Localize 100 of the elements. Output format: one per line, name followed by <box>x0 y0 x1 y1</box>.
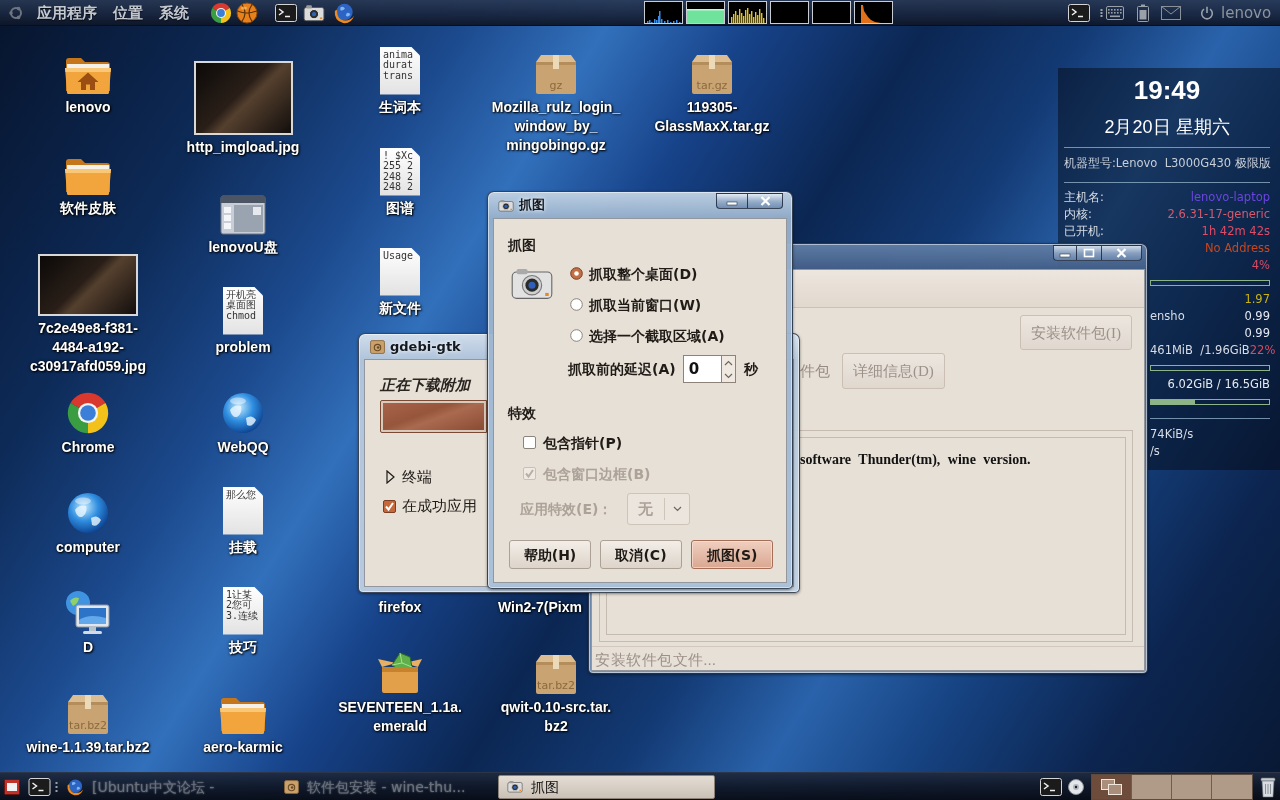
monitor-icon[interactable] <box>64 588 112 635</box>
terminal-icon[interactable] <box>275 3 297 22</box>
text-file-icon[interactable]: 开机亮 桌面图 chmod <box>223 286 263 335</box>
checkbox-label[interactable]: 包含指针(P) <box>543 433 623 452</box>
file-preview-text: 1让某 2您可 3.连续 <box>226 589 260 621</box>
load-graph[interactable] <box>812 1 851 24</box>
icon-label[interactable]: SEVENTEEN_1.1a. emerald <box>338 697 462 736</box>
checkbox[interactable] <box>523 436 536 449</box>
minimize-button[interactable] <box>716 193 748 209</box>
load-graph[interactable] <box>854 1 893 24</box>
checkbox[interactable] <box>383 499 396 513</box>
checkbox-label[interactable]: 在成功应用 <box>402 496 477 516</box>
menu-item[interactable]: 系统 <box>159 2 189 23</box>
triangle-icon[interactable] <box>386 470 395 484</box>
icon-label[interactable]: 软件皮肤 <box>60 198 116 218</box>
window-icon[interactable] <box>220 194 266 235</box>
window-icon[interactable] <box>4 778 20 795</box>
logo-icon[interactable] <box>8 4 24 21</box>
icon-label[interactable]: 新文件 <box>379 298 421 318</box>
globe-icon[interactable] <box>66 490 110 535</box>
workspace-cell[interactable] <box>1212 774 1252 799</box>
workspace-cell[interactable] <box>1172 774 1212 799</box>
dialog-button[interactable]: 取消(C) <box>600 540 682 569</box>
icon-label[interactable]: qwit-0.10-src.tar. bz2 <box>500 697 612 736</box>
icon-label[interactable]: lenovo <box>65 97 111 117</box>
battery-icon[interactable] <box>1137 3 1149 22</box>
load-graph[interactable] <box>644 1 683 24</box>
grip-icon[interactable] <box>55 780 58 793</box>
icon-label[interactable]: Win2-7(Pixm <box>498 597 582 617</box>
icon-label[interactable]: wine-1.1.39.tar.bz2 <box>26 737 150 757</box>
up-caret-icon[interactable] <box>723 359 733 366</box>
user-name[interactable]: lenovo <box>1221 2 1272 23</box>
workspace-switcher[interactable] <box>1091 773 1253 800</box>
icon-label[interactable]: Chrome <box>61 437 115 457</box>
globe-icon[interactable] <box>66 777 84 796</box>
grip-icon[interactable] <box>1100 7 1103 18</box>
power-icon[interactable] <box>1200 5 1214 20</box>
radio-label[interactable]: 抓取当前窗口(W) <box>589 295 702 314</box>
close-icon[interactable] <box>1116 248 1127 258</box>
text-file-icon[interactable]: Usage <box>380 247 420 296</box>
trash-icon[interactable] <box>1260 775 1276 798</box>
globe-icon[interactable] <box>221 390 265 435</box>
icon-label[interactable]: http_imgload.jpg <box>186 137 300 157</box>
terminal-icon[interactable] <box>1040 777 1062 796</box>
icon-label[interactable]: 挂载 <box>229 537 257 557</box>
icon-label[interactable]: lenovoU盘 <box>208 237 278 257</box>
photo-placeholder[interactable] <box>38 253 138 316</box>
menu-item[interactable]: 位置 <box>113 2 143 23</box>
load-graph[interactable] <box>728 1 767 24</box>
minimize-button[interactable] <box>1053 245 1077 261</box>
task-button[interactable]: [Ubuntu中文论坛 - <box>62 774 280 799</box>
ball-icon[interactable] <box>236 1 258 24</box>
radio-button[interactable] <box>570 298 583 311</box>
workspace-cell[interactable] <box>1092 774 1132 799</box>
globe-icon[interactable] <box>333 1 355 24</box>
mail-icon[interactable] <box>1161 5 1181 20</box>
text-file-icon[interactable]: 1让某 2您可 3.连续 <box>223 586 263 635</box>
window-thumbnail-icon[interactable] <box>1099 777 1124 796</box>
radio-button[interactable] <box>570 267 583 280</box>
icon-label[interactable]: aero-karmic <box>203 737 283 757</box>
radio-label[interactable]: 抓取整个桌面(D) <box>589 264 698 283</box>
down-caret-icon[interactable] <box>723 372 733 379</box>
disc-icon[interactable] <box>1068 778 1084 795</box>
icon-label[interactable]: firefox <box>378 597 422 617</box>
icon-label[interactable]: WebQQ <box>217 437 269 457</box>
text-file-icon[interactable]: 那么您 <box>223 486 263 535</box>
close-button[interactable] <box>1102 245 1142 261</box>
delay-field[interactable]: 0 <box>682 355 721 383</box>
ring-logo-icon[interactable] <box>210 1 232 24</box>
stat-value: 1.97 <box>1244 291 1270 308</box>
icon-label[interactable]: 生词本 <box>379 97 421 117</box>
text-file-icon[interactable]: anima durat trans <box>380 46 420 95</box>
ring-logo-icon[interactable] <box>66 390 110 435</box>
icon-label[interactable]: Mozilla_rulz_login_ window_by_ mingobingo.gz <box>491 97 621 155</box>
icon-label[interactable]: 图谱 <box>386 198 414 218</box>
menu-item[interactable]: 应用程序 <box>37 2 97 23</box>
load-graph[interactable] <box>686 1 725 24</box>
icon-label[interactable]: 119305- GlassMaxX.tar.gz <box>654 97 770 136</box>
icon-label[interactable]: 技巧 <box>229 637 257 657</box>
photo-placeholder[interactable] <box>193 60 293 135</box>
close-button[interactable] <box>748 193 783 209</box>
icon-label[interactable]: 7c2e49e8-f381- 4484-a192- c30917afd059.jpg <box>30 318 146 376</box>
camera-icon[interactable] <box>303 3 325 22</box>
terminal-expander[interactable]: 终端 <box>380 467 432 487</box>
icon-label[interactable]: problem <box>215 337 271 357</box>
keyboard-icon[interactable] <box>1106 5 1124 20</box>
task-button[interactable]: 抓图 <box>498 774 715 799</box>
icon-label[interactable]: D <box>82 637 94 657</box>
terminal-icon[interactable] <box>27 777 52 796</box>
load-graph[interactable] <box>770 1 809 24</box>
dialog-button[interactable]: 抓图(S) <box>691 540 773 569</box>
terminal-icon[interactable] <box>1068 3 1090 22</box>
maximize-button[interactable] <box>1077 245 1102 261</box>
dialog-button[interactable]: 帮助(H) <box>509 540 591 569</box>
task-button[interactable]: 软件包安装 - wine-thu... <box>280 774 498 799</box>
radio-label[interactable]: 选择一个截取区域(A) <box>589 326 725 345</box>
icon-label[interactable]: computer <box>56 537 120 557</box>
workspace-cell[interactable] <box>1132 774 1172 799</box>
radio-button[interactable] <box>570 329 583 342</box>
camera-icon[interactable] <box>507 780 523 793</box>
